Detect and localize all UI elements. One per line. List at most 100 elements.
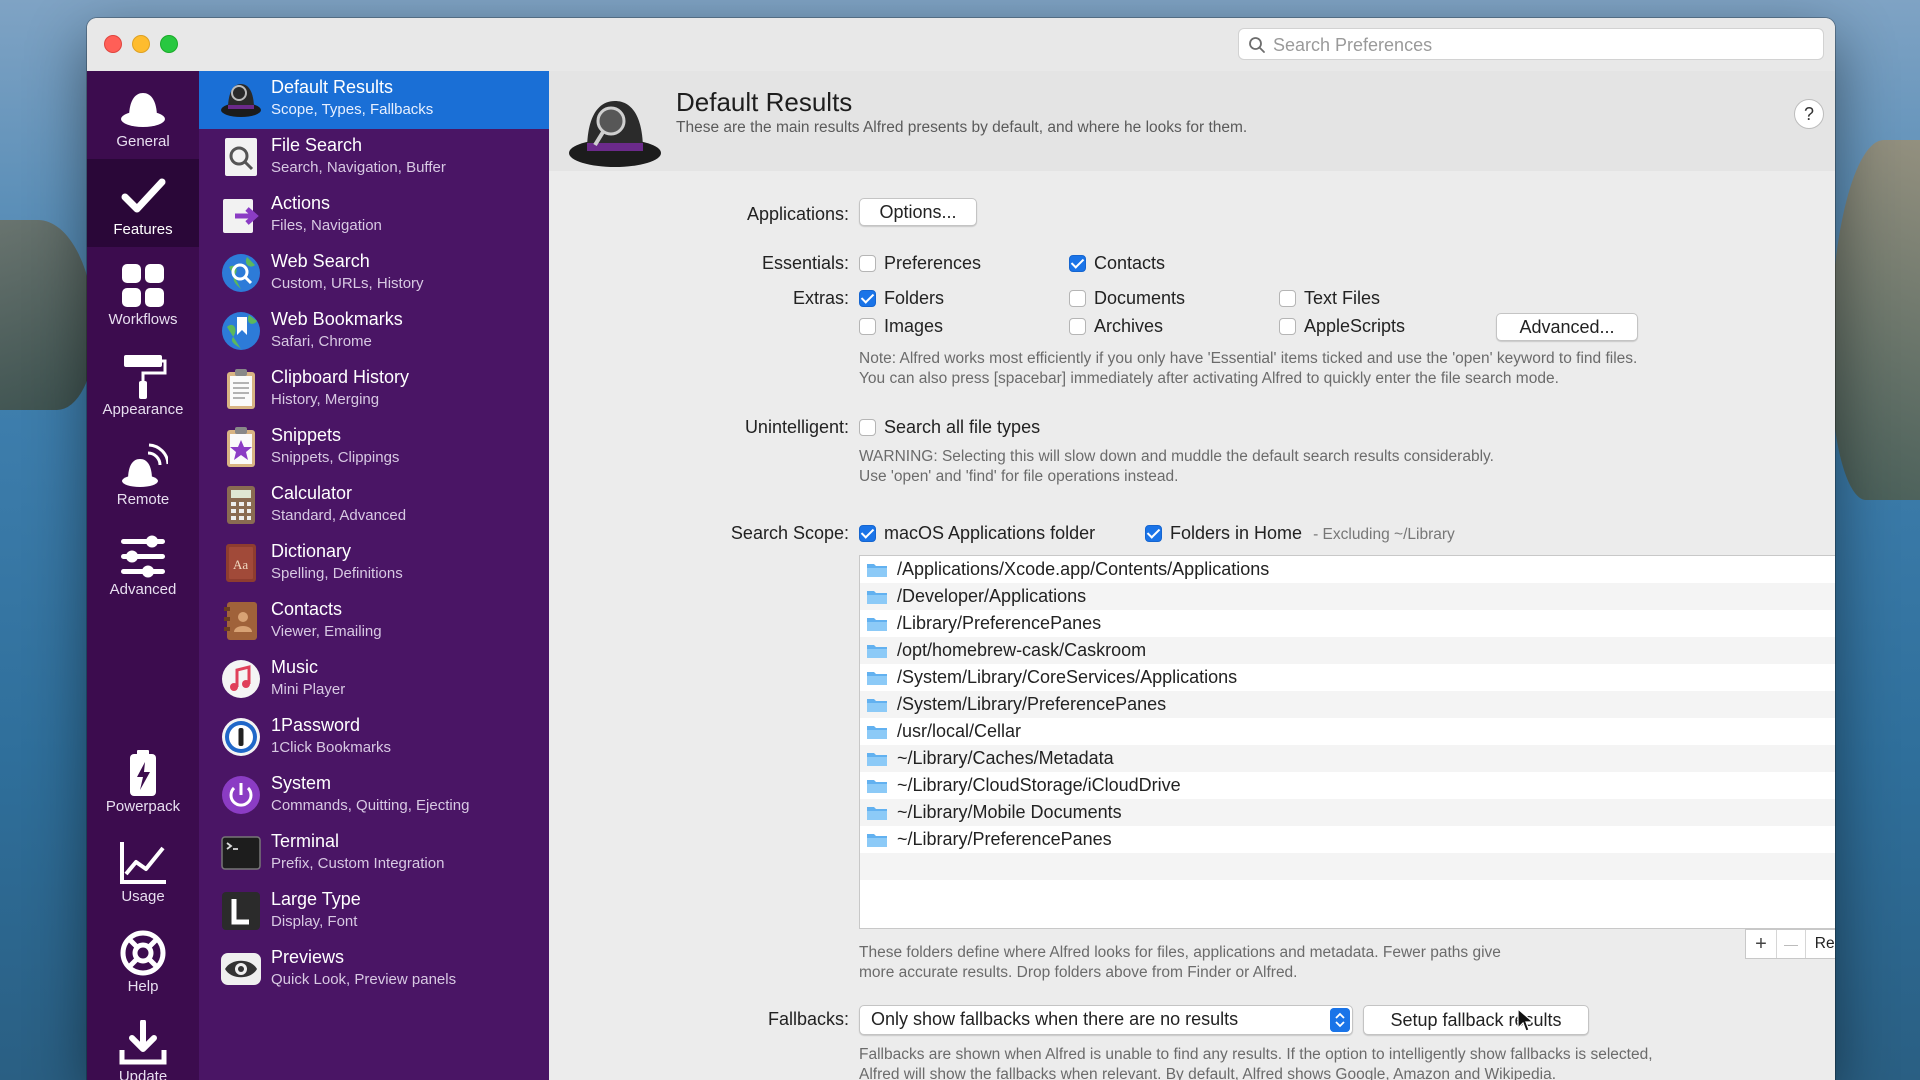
feature-subtitle: Standard, Advanced	[271, 507, 407, 524]
feature-snippets[interactable]: Snippets Snippets, Clippings	[199, 419, 549, 477]
scope-note: These folders define where Alfred looks …	[859, 943, 1501, 983]
checkbox-box[interactable]	[1069, 290, 1086, 307]
search-field[interactable]	[1238, 28, 1824, 61]
checkbox-applescripts[interactable]: AppleScripts	[1279, 316, 1405, 337]
checkbox-search-all-file-types[interactable]: Search all file types	[859, 417, 1040, 438]
feature-1password[interactable]: 1Password 1Click Bookmarks	[199, 709, 549, 767]
alfred-hat-icon	[569, 101, 661, 167]
folder-row[interactable]: /opt/homebrew-cask/Caskroom	[860, 637, 1835, 664]
dictionary-icon: Aa	[226, 544, 256, 582]
contacts-icon	[224, 602, 257, 640]
help-button[interactable]: ?	[1794, 99, 1824, 129]
category-appearance[interactable]: Appearance	[87, 339, 199, 427]
feature-subtitle: Custom, URLs, History	[271, 275, 424, 292]
folder-row[interactable]: ~/Library/Caches/Metadata	[860, 745, 1835, 772]
folder-row[interactable]: /Developer/Applications	[860, 583, 1835, 610]
checkbox-box[interactable]	[859, 318, 876, 335]
search-icon	[1249, 37, 1265, 53]
note-line: Use 'open' and 'find' for file operation…	[859, 468, 1179, 485]
close-window-button[interactable]	[104, 35, 122, 53]
category-features[interactable]: Features	[87, 159, 199, 247]
feature-web-bookmarks[interactable]: Web Bookmarks Safari, Chrome	[199, 303, 549, 361]
feature-system[interactable]: System Commands, Quitting, Ejecting	[199, 767, 549, 825]
checkbox-box[interactable]	[1145, 525, 1162, 542]
checkbox-preferences[interactable]: Preferences	[859, 253, 981, 274]
checkbox-label: Archives	[1094, 316, 1164, 336]
feature-terminal[interactable]: Terminal Prefix, Custom Integration	[199, 825, 549, 883]
category-general[interactable]: General	[87, 71, 199, 159]
power-icon	[222, 776, 260, 814]
folder-row[interactable]: /System/Library/CoreServices/Application…	[860, 664, 1835, 691]
powerpack-icon	[130, 750, 156, 796]
note-line: Alfred will show the fallbacks when rele…	[859, 1066, 1557, 1080]
folder-row[interactable]: /Library/PreferencePanes	[860, 610, 1835, 637]
feature-subtitle: History, Merging	[271, 391, 380, 408]
checkbox-label: Preferences	[884, 253, 982, 273]
folder-row[interactable]: /Applications/Xcode.app/Contents/Applica…	[860, 556, 1835, 583]
category-workflows[interactable]: Workflows	[87, 249, 199, 337]
advanced-extras-button[interactable]: Advanced...	[1496, 313, 1638, 341]
feature-web-search[interactable]: Web Search Custom, URLs, History	[199, 245, 549, 303]
checkbox-documents[interactable]: Documents	[1069, 288, 1185, 309]
feature-clipboard-history[interactable]: Clipboard History History, Merging	[199, 361, 549, 419]
hat-icon	[221, 84, 261, 117]
globe-search-icon	[222, 254, 260, 292]
folder-row[interactable]: ~/Library/Mobile Documents	[860, 799, 1835, 826]
applications-label: Applications:	[746, 204, 849, 224]
checkbox-folders-in-home[interactable]: Folders in Home - Excluding ~/Library	[1145, 523, 1455, 544]
checkbox-images[interactable]: Images	[859, 316, 943, 337]
feature-previews[interactable]: Previews Quick Look, Preview panels	[199, 941, 549, 999]
category-help[interactable]: Help	[87, 916, 199, 1004]
folder-row[interactable]: ~/Library/PreferencePanes	[860, 826, 1835, 853]
checkbox-box[interactable]	[1069, 318, 1086, 335]
feature-default-results[interactable]: Default Results Scope, Types, Fallbacks	[199, 71, 549, 129]
feature-large-type[interactable]: Large Type Display, Font	[199, 883, 549, 941]
checkbox-contacts[interactable]: Contacts	[1069, 253, 1165, 274]
category-powerpack[interactable]: Powerpack	[87, 736, 199, 824]
feature-subtitle: Mini Player	[271, 681, 346, 698]
feature-music[interactable]: Music Mini Player	[199, 651, 549, 709]
feature-subtitle: Safari, Chrome	[271, 333, 372, 350]
zoom-window-button[interactable]	[160, 35, 178, 53]
category-usage[interactable]: Usage	[87, 826, 199, 914]
category-advanced[interactable]: Advanced	[87, 519, 199, 607]
checkbox-box[interactable]	[1279, 318, 1296, 335]
checkbox-macos-applications[interactable]: macOS Applications folder	[859, 523, 1095, 544]
fallbacks-select[interactable]: Only show fallbacks when there are no re…	[859, 1005, 1353, 1035]
feature-contacts[interactable]: Contacts Viewer, Emailing	[199, 593, 549, 651]
feature-subtitle: Scope, Types, Fallbacks	[271, 101, 434, 118]
category-label: General	[116, 133, 170, 150]
note-line: You can also press [spacebar] immediatel…	[859, 370, 1559, 387]
reset-folders-button[interactable]: Reset	[1806, 930, 1835, 958]
folder-row[interactable]: /System/Library/PreferencePanes	[860, 691, 1835, 718]
search-input[interactable]	[1271, 29, 1815, 61]
checkbox-box[interactable]	[859, 255, 876, 272]
remove-folder-button[interactable]: —	[1777, 930, 1806, 958]
feature-actions[interactable]: Actions Files, Navigation	[199, 187, 549, 245]
folder-icon	[867, 699, 887, 712]
folder-row[interactable]: /usr/local/Cellar	[860, 718, 1835, 745]
folder-row[interactable]: ~/Library/CloudStorage/iCloudDrive	[860, 772, 1835, 799]
checkbox-text-files[interactable]: Text Files	[1279, 288, 1380, 309]
checkbox-box[interactable]	[1279, 290, 1296, 307]
feature-file-search[interactable]: File Search Search, Navigation, Buffer	[199, 129, 549, 187]
content-pane: Default Results These are the main resul…	[549, 71, 1835, 1080]
feature-dictionary[interactable]: Aa Dictionary Spelling, Definitions	[199, 535, 549, 593]
search-scope-folder-list[interactable]: /Applications/Xcode.app/Contents/Applica…	[859, 555, 1835, 929]
minimize-window-button[interactable]	[132, 35, 150, 53]
checkbox-box[interactable]	[859, 419, 876, 436]
setup-fallback-results-button[interactable]: Setup fallback results	[1363, 1005, 1589, 1035]
checkbox-box[interactable]	[859, 290, 876, 307]
page-header: Default Results These are the main resul…	[549, 71, 1835, 171]
checkbox-folders[interactable]: Folders	[859, 288, 944, 309]
add-folder-button[interactable]: +	[1746, 930, 1777, 958]
checkbox-archives[interactable]: Archives	[1069, 316, 1163, 337]
category-update[interactable]: Update	[87, 1006, 199, 1080]
checkbox-box[interactable]	[1069, 255, 1086, 272]
checkbox-box[interactable]	[859, 525, 876, 542]
category-remote[interactable]: Remote	[87, 429, 199, 517]
applications-options-button[interactable]: Options...	[859, 198, 977, 226]
feature-subtitle: Spelling, Definitions	[271, 565, 403, 582]
feature-calculator[interactable]: Calculator Standard, Advanced	[199, 477, 549, 535]
empty-row	[860, 880, 1835, 907]
